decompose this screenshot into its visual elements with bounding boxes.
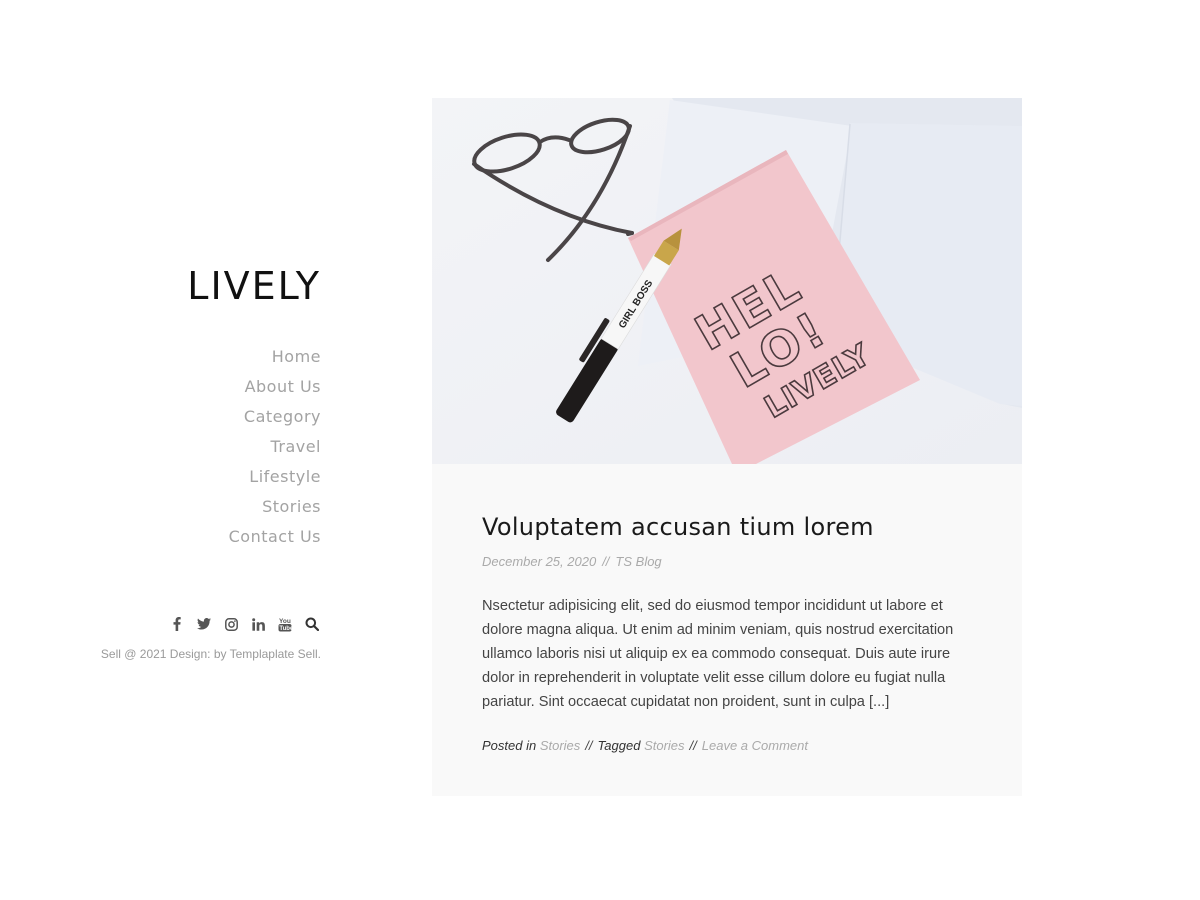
page: LIVELY Home About Us Category Travel Lif… [0,0,1200,900]
youtube-icon[interactable]: You Tube [276,615,294,633]
nav-item-lifestyle[interactable]: Lifestyle [249,467,321,486]
footer-separator-2: // [689,738,697,753]
nav-item-category[interactable]: Category [244,407,321,426]
twitter-icon[interactable] [195,615,213,633]
svg-text:Tube: Tube [279,626,292,632]
search-icon[interactable] [303,615,321,633]
post-body: Voluptatem accusan tium lorem December 2… [432,464,1022,753]
svg-text:You: You [279,618,291,625]
nav-item-travel[interactable]: Travel [270,437,321,456]
instagram-icon[interactable] [222,615,240,633]
leave-comment-link[interactable]: Leave a Comment [702,738,808,753]
post-date-link[interactable]: December 25, 2020 [482,554,596,569]
post-author-link[interactable]: TS Blog [615,554,661,569]
nav-item-about-us[interactable]: About Us [245,377,321,396]
nav-item-stories[interactable]: Stories [262,497,321,516]
tagged-label: Tagged [597,738,641,753]
tag-link-stories[interactable]: Stories [644,738,684,753]
posted-in-label: Posted in [482,738,537,753]
copyright-text: Sell @ 2021 Design: by Templaplate Sell. [100,647,321,661]
nav-item-contact-us[interactable]: Contact Us [229,527,321,546]
linkedin-icon[interactable] [249,615,267,633]
post-card: HEL LO! LIVELY GIRL BOSS Voluptatem accu… [432,98,1022,796]
sidebar: LIVELY Home About Us Category Travel Lif… [60,262,321,661]
social-links: You Tube [60,614,321,634]
main-nav: Home About Us Category Travel Lifestyle … [60,342,321,552]
nav-item-home[interactable]: Home [272,347,321,366]
footer-separator-1: // [585,738,593,753]
category-link-stories[interactable]: Stories [540,738,580,753]
post-featured-image[interactable]: HEL LO! LIVELY GIRL BOSS [432,98,1022,464]
facebook-icon[interactable] [168,615,186,633]
post-excerpt: Nsectetur adipisicing elit, sed do eiusm… [482,598,954,710]
post-footer-meta: Posted in Stories // Tagged Stories // Leave… [482,738,972,753]
meta-separator: // [602,554,610,569]
site-title[interactable]: LIVELY [60,262,321,310]
post-meta: December 25, 2020 // TS Blog [482,552,972,572]
post-title[interactable]: Voluptatem accusan tium lorem [482,508,972,546]
